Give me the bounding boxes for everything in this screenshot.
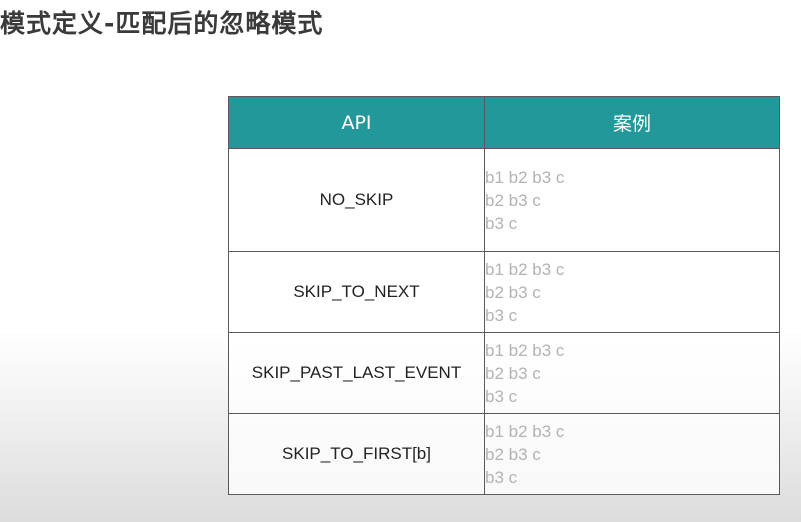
example-line: b3 c — [485, 305, 518, 325]
page-title: 模式定义-匹配后的忽略模式 — [0, 9, 324, 38]
example-line: b1 b2 b3 c — [485, 421, 565, 441]
example-line: b2 b3 c — [485, 363, 541, 383]
example-cell: b1 b2 b3 c b2 b3 c b3 c — [484, 332, 780, 414]
example-cell: b1 b2 b3 c b2 b3 c b3 c — [484, 148, 780, 252]
example-line: b1 b2 b3 c — [485, 259, 565, 279]
table-row: SKIP_TO_NEXT b1 b2 b3 c b2 b3 c b3 c — [228, 251, 780, 333]
example-line: b2 b3 c — [485, 282, 541, 302]
skip-strategy-table: API 案例 NO_SKIP b1 b2 b3 c b2 b3 c b3 c S… — [228, 96, 780, 495]
table-row: SKIP_PAST_LAST_EVENT b1 b2 b3 c b2 b3 c … — [228, 332, 780, 414]
table-header-row: API 案例 — [228, 96, 780, 149]
example-cell: b1 b2 b3 c b2 b3 c b3 c — [484, 251, 780, 333]
api-name: SKIP_PAST_LAST_EVENT — [228, 332, 485, 414]
example-line: b3 c — [485, 467, 518, 487]
example-line: b1 b2 b3 c — [485, 340, 565, 360]
api-name: SKIP_TO_FIRST[b] — [228, 413, 485, 495]
example-line: b1 b2 b3 c — [485, 167, 565, 187]
example-line: b2 b3 c — [485, 444, 541, 464]
example-line: b2 b3 c — [485, 190, 541, 210]
example-cell: b1 b2 b3 c b2 b3 c b3 c — [484, 413, 780, 495]
header-api: API — [228, 96, 485, 149]
table-row: NO_SKIP b1 b2 b3 c b2 b3 c b3 c — [228, 148, 780, 252]
example-line: b3 c — [485, 386, 518, 406]
example-line: b3 c — [485, 213, 518, 233]
table-row: SKIP_TO_FIRST[b] b1 b2 b3 c b2 b3 c b3 c — [228, 413, 780, 495]
header-example: 案例 — [484, 96, 780, 149]
api-name: SKIP_TO_NEXT — [228, 251, 485, 333]
api-name: NO_SKIP — [228, 148, 485, 252]
